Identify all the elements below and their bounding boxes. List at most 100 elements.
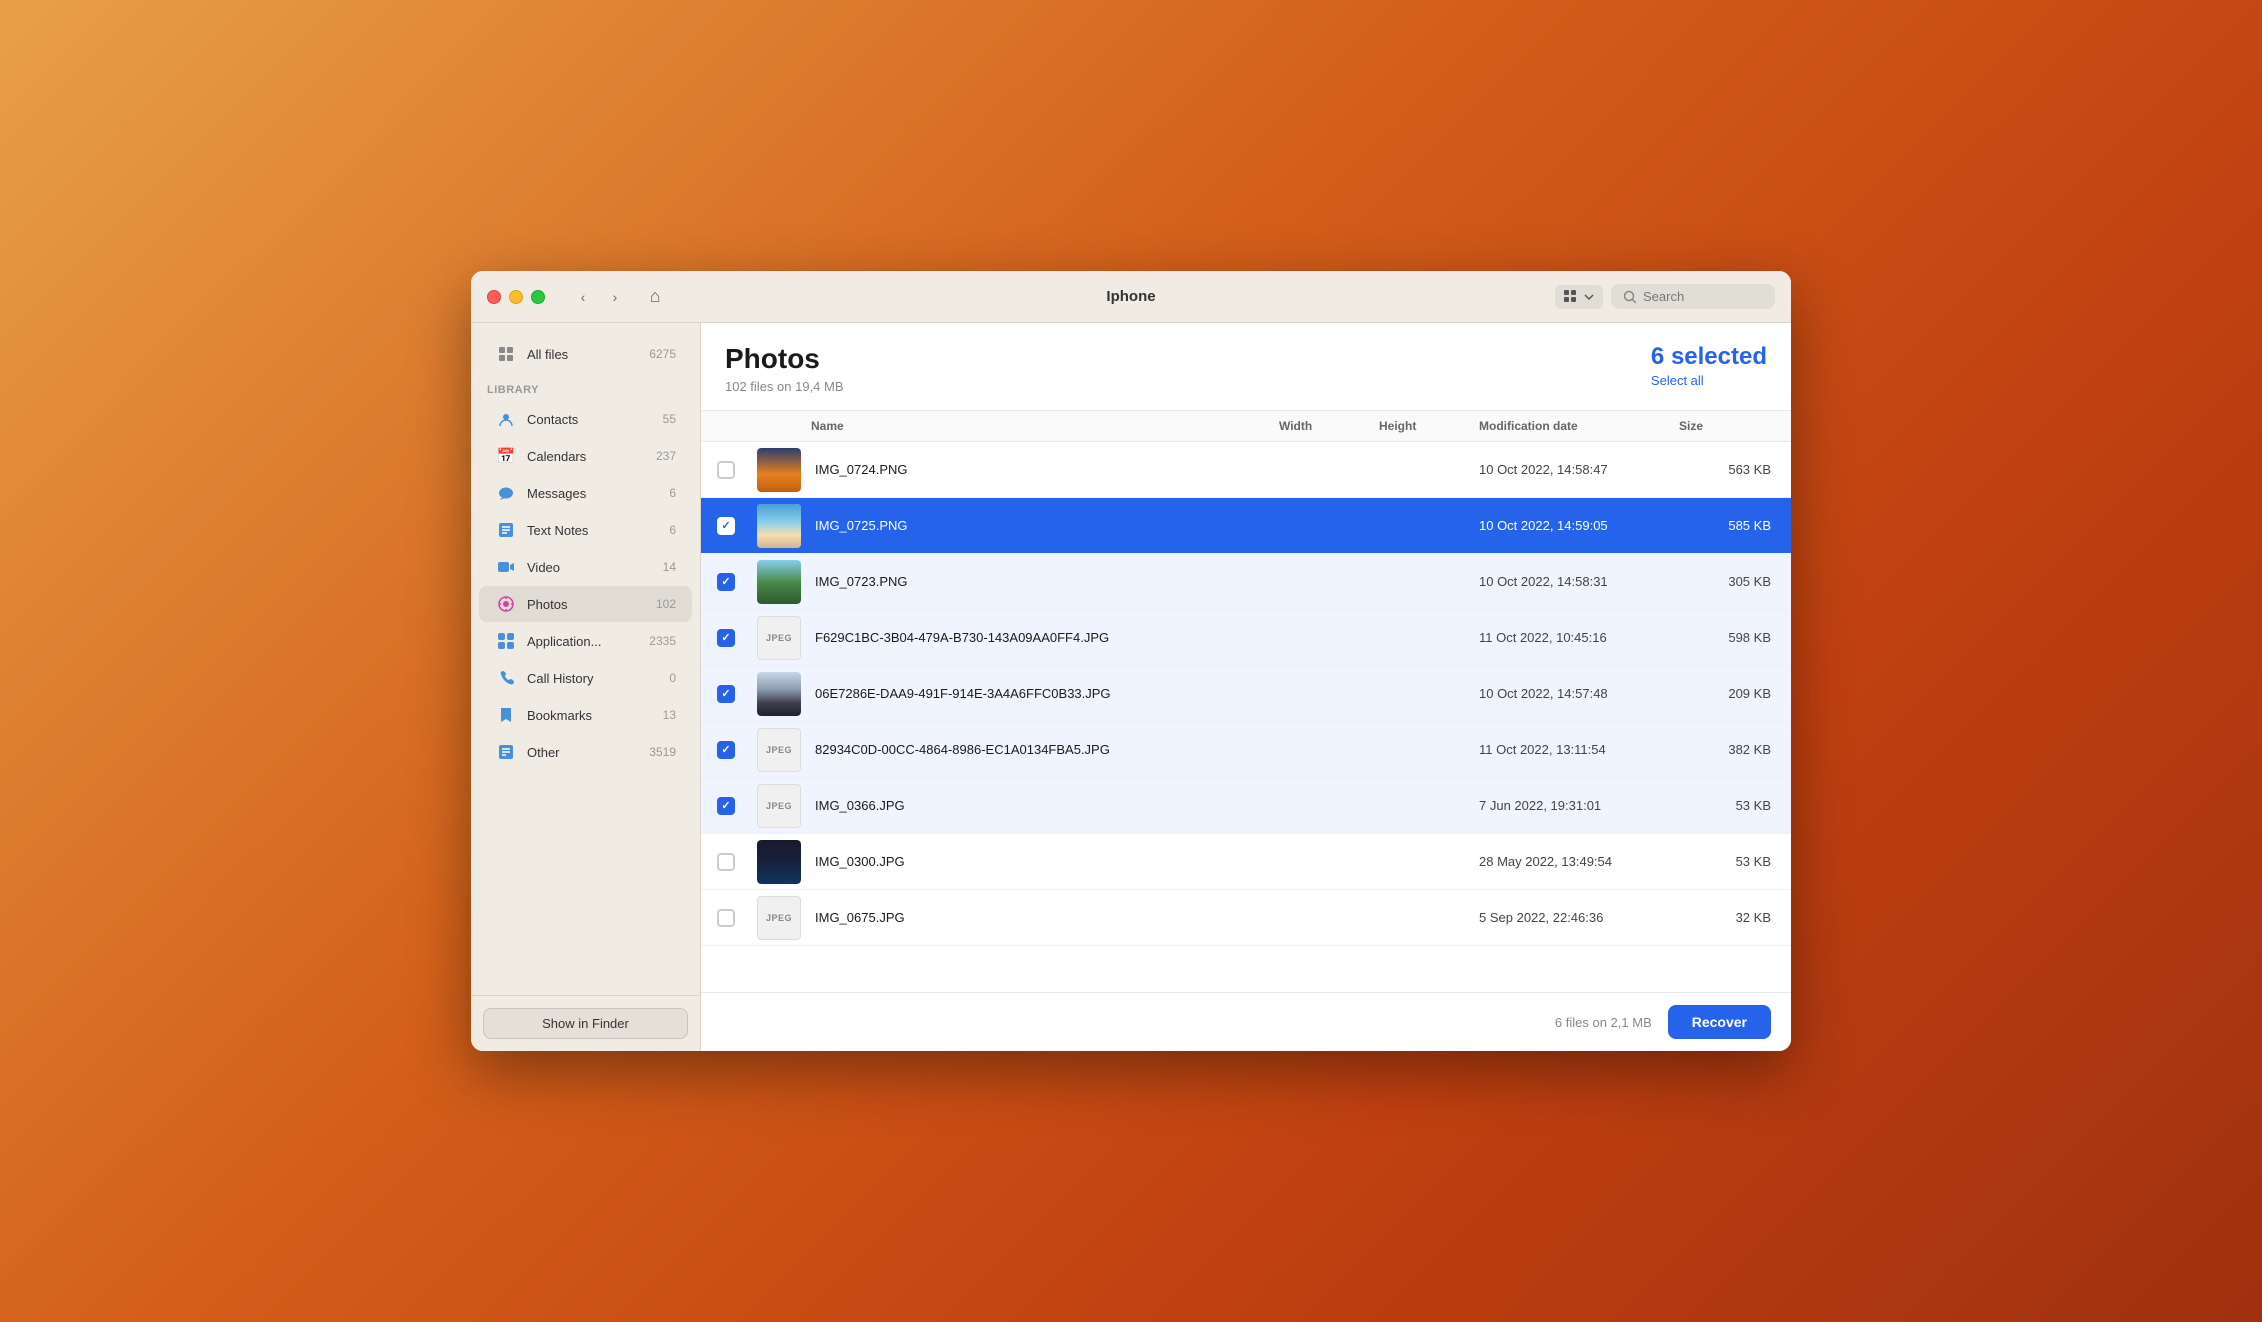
col-date: Modification date bbox=[1475, 419, 1675, 433]
file-thumb-3 bbox=[757, 560, 801, 604]
file-thumb-1 bbox=[757, 448, 801, 492]
nav-buttons: ‹ › bbox=[569, 283, 629, 311]
row-checkbox-2[interactable] bbox=[717, 517, 735, 535]
col-checkbox bbox=[717, 419, 757, 433]
row-checkbox-5[interactable] bbox=[717, 685, 735, 703]
file-size-4: 598 KB bbox=[1675, 630, 1775, 645]
col-thumb bbox=[757, 419, 807, 433]
sidebar-scroll: All files 6275 Library Contacts 55 📅 Cal… bbox=[471, 323, 700, 995]
sidebar-items-list: Contacts 55 📅 Calendars 237 Messages 6 T… bbox=[471, 401, 700, 770]
file-size-3: 305 KB bbox=[1675, 574, 1775, 589]
file-date-9: 5 Sep 2022, 22:46:36 bbox=[1475, 910, 1675, 925]
table-header: Name Width Height Modification date Size bbox=[701, 410, 1791, 442]
file-size-2: 585 KB bbox=[1675, 518, 1775, 533]
row-checkbox-8[interactable] bbox=[717, 853, 735, 871]
row-checkbox-3[interactable] bbox=[717, 573, 735, 591]
file-thumb-2 bbox=[757, 504, 801, 548]
sidebar-label-call-history: Call History bbox=[527, 671, 659, 686]
home-button[interactable]: ⌂ bbox=[641, 283, 669, 311]
sidebar-label-bookmarks: Bookmarks bbox=[527, 708, 653, 723]
file-date-7: 7 Jun 2022, 19:31:01 bbox=[1475, 798, 1675, 813]
sidebar-item-calendars[interactable]: 📅 Calendars 237 bbox=[479, 438, 692, 474]
table-row[interactable]: JPEG 82934C0D-00CC-4864-8986-EC1A0134FBA… bbox=[701, 722, 1791, 778]
file-size-9: 32 KB bbox=[1675, 910, 1775, 925]
sidebar-label-other: Other bbox=[527, 745, 639, 760]
view-toggle-button[interactable] bbox=[1555, 285, 1603, 309]
video-icon bbox=[495, 556, 517, 578]
sidebar-bottom: Show in Finder bbox=[471, 995, 700, 1051]
grid-icon bbox=[1563, 289, 1579, 305]
file-size-7: 53 KB bbox=[1675, 798, 1775, 813]
all-files-icon bbox=[495, 343, 517, 365]
file-table: Name Width Height Modification date Size… bbox=[701, 410, 1791, 992]
file-thumb-photo bbox=[757, 840, 801, 884]
row-checkbox-6[interactable] bbox=[717, 741, 735, 759]
recover-button[interactable]: Recover bbox=[1668, 1005, 1771, 1039]
main-window: ‹ › ⌂ Iphone bbox=[471, 271, 1791, 1051]
table-row[interactable]: 06E7286E-DAA9-491F-914E-3A4A6FFC0B33.JPG… bbox=[701, 666, 1791, 722]
file-thumb-8 bbox=[757, 840, 801, 884]
sidebar-count-photos: 102 bbox=[656, 597, 676, 611]
sidebar-item-messages[interactable]: Messages 6 bbox=[479, 475, 692, 511]
file-name-1: IMG_0724.PNG bbox=[807, 462, 1275, 477]
photos-icon bbox=[495, 593, 517, 615]
row-checkbox-1[interactable] bbox=[717, 461, 735, 479]
window-title: Iphone bbox=[1106, 288, 1155, 305]
file-thumb-jpeg: JPEG bbox=[757, 784, 801, 828]
sidebar-label-applications: Application... bbox=[527, 634, 639, 649]
content-title-block: Photos 102 files on 19,4 MB bbox=[725, 343, 844, 394]
col-name: Name bbox=[807, 419, 1275, 433]
search-box[interactable] bbox=[1611, 284, 1775, 309]
table-row[interactable]: IMG_0725.PNG 10 Oct 2022, 14:59:05 585 K… bbox=[701, 498, 1791, 554]
sidebar-item-contacts[interactable]: Contacts 55 bbox=[479, 401, 692, 437]
close-button[interactable] bbox=[487, 290, 501, 304]
sidebar-item-video[interactable]: Video 14 bbox=[479, 549, 692, 585]
minimize-button[interactable] bbox=[509, 290, 523, 304]
row-checkbox-9[interactable] bbox=[717, 909, 735, 927]
table-row[interactable]: JPEG F629C1BC-3B04-479A-B730-143A09AA0FF… bbox=[701, 610, 1791, 666]
selection-info: 6 selected Select all bbox=[1651, 343, 1767, 388]
file-thumb-9: JPEG bbox=[757, 896, 801, 940]
back-button[interactable]: ‹ bbox=[569, 283, 597, 311]
file-thumb-jpeg: JPEG bbox=[757, 896, 801, 940]
forward-button[interactable]: › bbox=[601, 283, 629, 311]
contacts-icon bbox=[495, 408, 517, 430]
table-row[interactable]: IMG_0723.PNG 10 Oct 2022, 14:58:31 305 K… bbox=[701, 554, 1791, 610]
selected-count: 6 selected bbox=[1651, 343, 1767, 371]
sidebar-count-applications: 2335 bbox=[649, 634, 676, 648]
sidebar-item-other[interactable]: Other 3519 bbox=[479, 734, 692, 770]
file-rows-container: IMG_0724.PNG 10 Oct 2022, 14:58:47 563 K… bbox=[701, 442, 1791, 946]
footer-file-info: 6 files on 2,1 MB bbox=[1555, 1015, 1652, 1030]
bookmarks-icon bbox=[495, 704, 517, 726]
sidebar-item-applications[interactable]: Application... 2335 bbox=[479, 623, 692, 659]
table-row[interactable]: IMG_0724.PNG 10 Oct 2022, 14:58:47 563 K… bbox=[701, 442, 1791, 498]
select-all-button[interactable]: Select all bbox=[1651, 373, 1704, 388]
file-thumb-4: JPEG bbox=[757, 616, 801, 660]
file-thumb-7: JPEG bbox=[757, 784, 801, 828]
sidebar-item-text-notes[interactable]: Text Notes 6 bbox=[479, 512, 692, 548]
file-thumb-6: JPEG bbox=[757, 728, 801, 772]
sidebar-item-photos[interactable]: Photos 102 bbox=[479, 586, 692, 622]
search-input[interactable] bbox=[1643, 289, 1763, 304]
sidebar-label-text-notes: Text Notes bbox=[527, 523, 659, 538]
table-row[interactable]: JPEG IMG_0366.JPG 7 Jun 2022, 19:31:01 5… bbox=[701, 778, 1791, 834]
sidebar-item-bookmarks[interactable]: Bookmarks 13 bbox=[479, 697, 692, 733]
titlebar-right bbox=[1555, 284, 1775, 309]
table-row[interactable]: IMG_0300.JPG 28 May 2022, 13:49:54 53 KB bbox=[701, 834, 1791, 890]
file-date-6: 11 Oct 2022, 13:11:54 bbox=[1475, 742, 1675, 757]
sidebar-item-call-history[interactable]: Call History 0 bbox=[479, 660, 692, 696]
show-in-finder-button[interactable]: Show in Finder bbox=[483, 1008, 688, 1039]
sidebar-label-contacts: Contacts bbox=[527, 412, 653, 427]
library-section-label: Library bbox=[471, 376, 700, 400]
file-thumb-5 bbox=[757, 672, 801, 716]
sidebar-item-all-files[interactable]: All files 6275 bbox=[479, 336, 692, 372]
maximize-button[interactable] bbox=[531, 290, 545, 304]
file-date-3: 10 Oct 2022, 14:58:31 bbox=[1475, 574, 1675, 589]
file-thumb-jpeg: JPEG bbox=[757, 728, 801, 772]
table-row[interactable]: JPEG IMG_0675.JPG 5 Sep 2022, 22:46:36 3… bbox=[701, 890, 1791, 946]
file-date-2: 10 Oct 2022, 14:59:05 bbox=[1475, 518, 1675, 533]
content-subtitle: 102 files on 19,4 MB bbox=[725, 379, 844, 394]
file-size-1: 563 KB bbox=[1675, 462, 1775, 477]
row-checkbox-4[interactable] bbox=[717, 629, 735, 647]
row-checkbox-7[interactable] bbox=[717, 797, 735, 815]
